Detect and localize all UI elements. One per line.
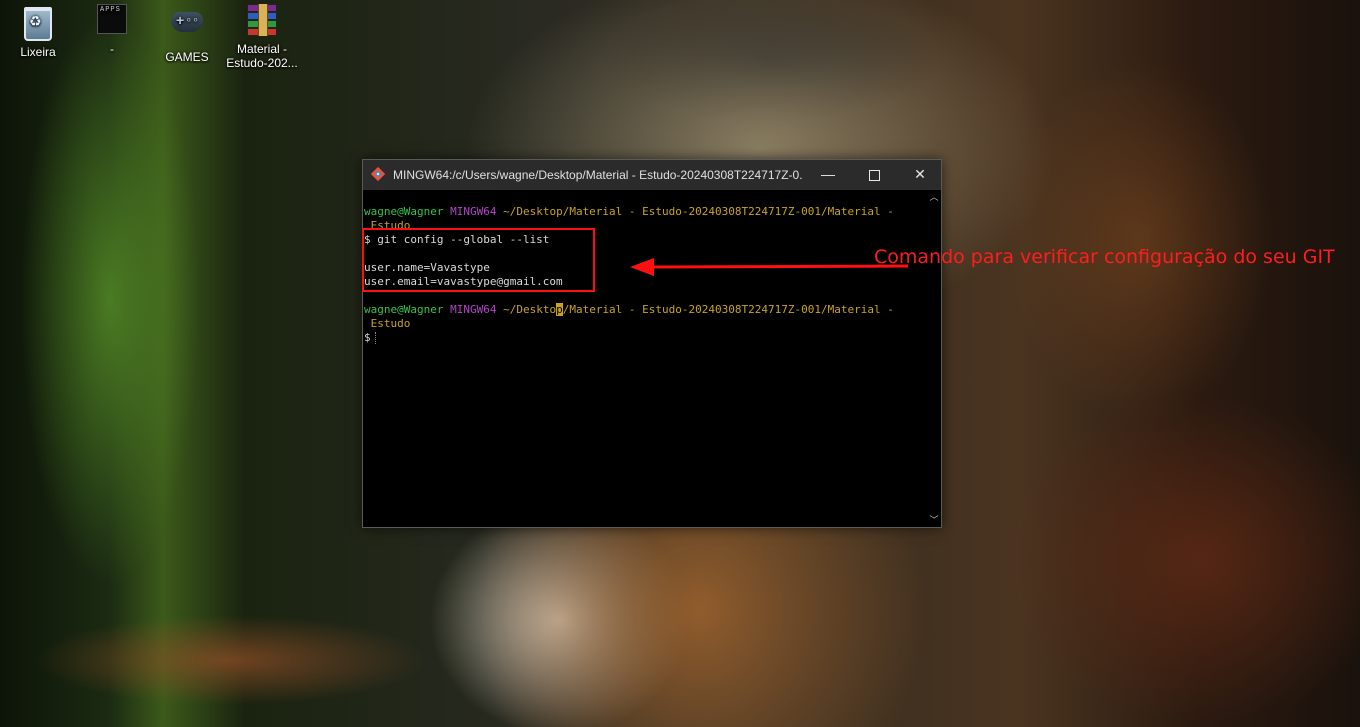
text-cursor: p [556, 303, 563, 316]
desktop-icon-games[interactable]: GAMES [149, 4, 225, 64]
gamepad-icon [170, 12, 204, 46]
recycle-bin-icon [21, 7, 55, 41]
desktop-icon-material[interactable]: Material - Estudo-202... [224, 4, 300, 70]
input-line[interactable]: $ [364, 331, 377, 345]
scroll-up-icon[interactable]: ︿ [927, 190, 941, 204]
desktop-icon-label: - [110, 42, 114, 56]
scrollbar[interactable]: ︿ ﹀ [927, 190, 941, 527]
minimize-button[interactable]: — [805, 160, 851, 190]
input-cursor [374, 332, 377, 344]
desktop-icon-label: Material - [236, 42, 287, 56]
prompt-line: wagne@Wagner MINGW64 ~/Desktop/Material … [364, 303, 894, 316]
arrow-left-icon [630, 258, 909, 276]
winrar-archive-icon [245, 4, 279, 38]
title-bar[interactable]: MINGW64:/c/Users/wagne/Desktop/Material … [363, 160, 941, 190]
desktop-icon-lixeira[interactable]: Lixeira [0, 4, 76, 59]
prompt-line-continuation: Estudo [364, 317, 411, 330]
scroll-down-icon[interactable]: ﹀ [927, 513, 941, 527]
desktop-icon-label: GAMES [165, 50, 209, 64]
highlight-box [362, 228, 595, 292]
close-button[interactable]: ✕ [897, 160, 943, 190]
prompt-line: wagne@Wagner MINGW64 ~/Desktop/Material … [364, 205, 894, 218]
terminal-window[interactable]: MINGW64:/c/Users/wagne/Desktop/Material … [362, 159, 942, 528]
window-title: MINGW64:/c/Users/wagne/Desktop/Material … [393, 168, 803, 182]
desktop-icon-apps[interactable]: APPS - [74, 4, 150, 56]
maximize-button[interactable] [851, 160, 897, 190]
maximize-icon [868, 169, 880, 181]
git-icon [371, 167, 385, 181]
annotation-text: Comando para verificar configuração do s… [874, 246, 1335, 268]
desktop-icon-label: Estudo-202... [226, 56, 298, 70]
desktop-icon-label: Lixeira [20, 45, 56, 59]
apps-folder-icon: APPS [95, 4, 129, 38]
